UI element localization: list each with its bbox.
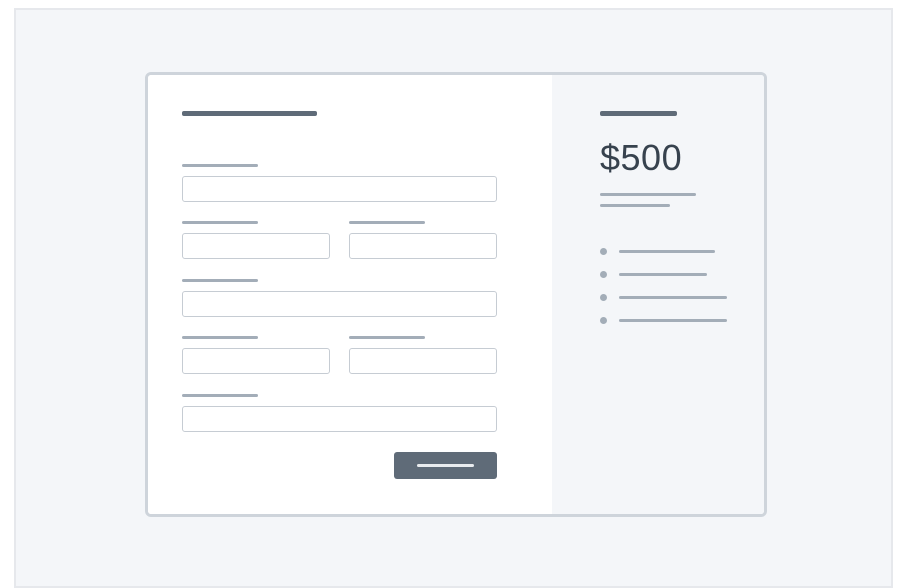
summary-pane: $500 <box>552 75 764 514</box>
submit-label-placeholder <box>417 464 474 467</box>
field-label-placeholder <box>182 394 258 397</box>
field-label-placeholder <box>182 164 258 167</box>
full-width-input-3[interactable] <box>182 406 497 432</box>
feature-text-placeholder <box>619 250 715 253</box>
bullet-icon <box>600 248 607 255</box>
price-description-placeholder <box>600 193 696 196</box>
summary-title-placeholder <box>600 111 677 116</box>
half-width-input-left-2[interactable] <box>182 348 330 374</box>
bullet-icon <box>600 271 607 278</box>
price-amount: $500 <box>600 137 683 178</box>
half-width-input-right-2[interactable] <box>349 348 497 374</box>
feature-text-placeholder <box>619 273 707 276</box>
full-width-input-1[interactable] <box>182 176 497 202</box>
price-description-placeholder <box>600 204 670 207</box>
field-label-placeholder <box>349 221 425 224</box>
field-label-placeholder <box>349 336 425 339</box>
field-label-placeholder <box>182 221 258 224</box>
bullet-icon <box>600 294 607 301</box>
field-label-placeholder <box>182 279 258 282</box>
field-label-placeholder <box>182 336 258 339</box>
bullet-icon <box>600 317 607 324</box>
feature-list-item <box>600 294 730 302</box>
feature-list-item <box>600 271 720 279</box>
full-width-input-2[interactable] <box>182 291 497 317</box>
submit-button[interactable] <box>394 452 497 479</box>
feature-text-placeholder <box>619 296 727 299</box>
checkout-card: $500 <box>145 72 767 517</box>
form-pane <box>148 75 552 514</box>
feature-text-placeholder <box>619 319 727 322</box>
half-width-input-right-1[interactable] <box>349 233 497 259</box>
half-width-input-left-1[interactable] <box>182 233 330 259</box>
form-title-placeholder <box>182 111 317 116</box>
feature-list-item <box>600 317 730 325</box>
feature-list-item <box>600 248 720 256</box>
